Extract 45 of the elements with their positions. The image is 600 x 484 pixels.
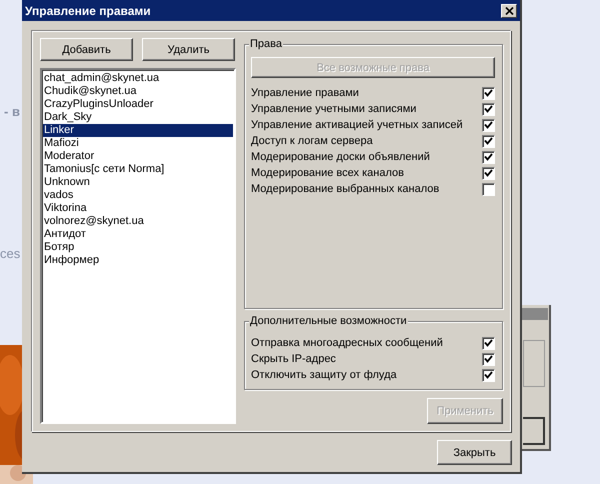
checkbox[interactable]	[482, 102, 495, 116]
user-item[interactable]: CrazyPluginsUnloader	[43, 98, 233, 111]
user-item[interactable]: Mafiozi	[43, 137, 233, 150]
close-icon	[504, 6, 514, 14]
page-text: ces	[0, 246, 20, 261]
right-label: Модерирование всех каналов	[251, 167, 404, 179]
user-item[interactable]: Chudik@skynet.ua	[43, 85, 233, 98]
user-item[interactable]: Информер	[43, 254, 233, 267]
checkbox[interactable]	[482, 352, 495, 366]
checkbox[interactable]	[482, 336, 495, 350]
right-label: Доступ к логам сервера	[251, 135, 373, 147]
group-title: Права	[249, 38, 283, 50]
group-title: Дополнительные возможности	[249, 315, 408, 327]
checkbox[interactable]	[482, 86, 495, 100]
action-button[interactable]: Удалить	[142, 38, 235, 61]
user-item[interactable]: volnorez@skynet.ua	[43, 215, 233, 228]
option-label: Скрыть IP-адрес	[251, 353, 336, 365]
user-item[interactable]: Unknown	[43, 176, 233, 189]
user-item[interactable]: Ботяр	[43, 241, 233, 254]
user-item[interactable]: Антидот	[43, 228, 233, 241]
checkbox[interactable]	[482, 134, 495, 148]
user-item[interactable]: chat_admin@skynet.ua	[43, 72, 233, 85]
checkbox[interactable]	[482, 368, 495, 382]
window-title: Управление правами	[25, 4, 151, 18]
user-item[interactable]: vados	[43, 189, 233, 202]
right-label: Управление учетными записями	[251, 103, 416, 115]
close-dialog-button[interactable]: Закрыть	[437, 440, 512, 465]
checkbox[interactable]	[482, 118, 495, 132]
user-item[interactable]: Moderator	[43, 150, 233, 163]
right-label: Управление активацией учетных записей	[251, 119, 463, 131]
option-label: Отключить защиту от флуда	[251, 369, 397, 381]
close-button[interactable]	[501, 4, 517, 18]
action-button[interactable]: Добавить	[40, 38, 133, 61]
checkbox[interactable]	[482, 166, 495, 180]
user-item[interactable]: Linker	[43, 124, 233, 137]
option-label: Отправка многоадресных сообщений	[251, 337, 443, 349]
right-label: Управление правами	[251, 87, 359, 99]
user-item[interactable]: Viktorina	[43, 202, 233, 215]
user-item[interactable]: Dark_Sky	[43, 111, 233, 124]
right-label: Модерирование доски объявлений	[251, 151, 430, 163]
right-label: Модерирование выбранных каналов	[251, 183, 440, 195]
page-text: - в	[4, 104, 20, 119]
checkbox[interactable]	[482, 150, 495, 164]
user-item[interactable]: Tamonius[c сети Norma]	[43, 163, 233, 176]
checkbox[interactable]	[482, 182, 495, 196]
